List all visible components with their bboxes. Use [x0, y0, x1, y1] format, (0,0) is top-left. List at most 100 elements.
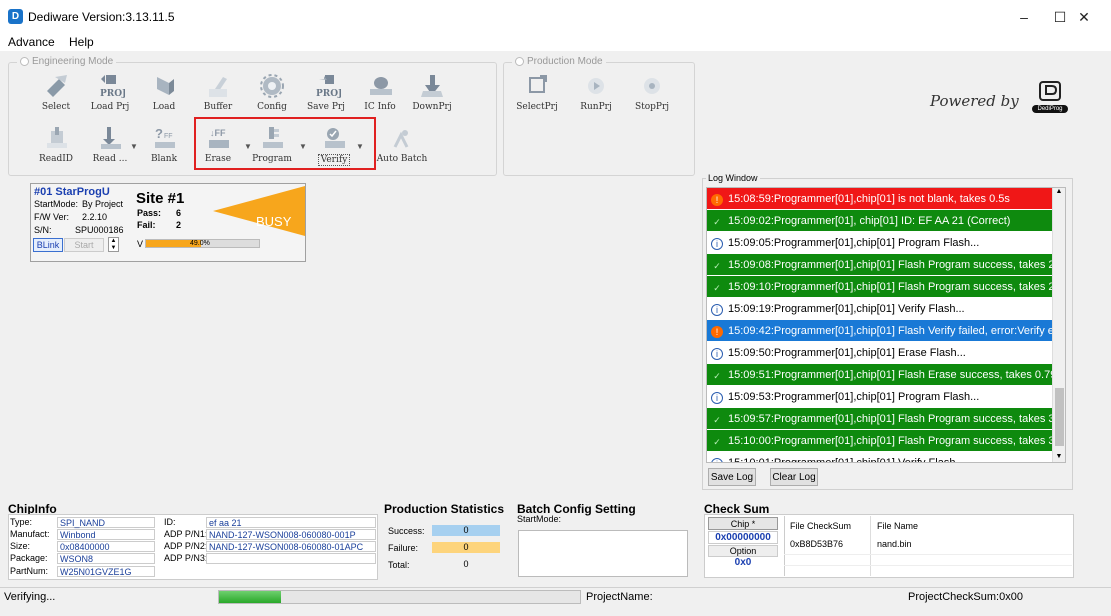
window-title: Dediware Version:3.13.11.5	[28, 10, 175, 24]
info-icon: i	[711, 304, 723, 316]
log-row-text: 15:09:57:Programmer[01],chip[01] Flash P…	[728, 413, 1065, 425]
log-scrollbar[interactable]: ▲ ▼	[1052, 188, 1065, 462]
save-project-button[interactable]: PROJ Save Prj	[298, 73, 354, 112]
select-button[interactable]: Select	[28, 73, 84, 112]
adp3-value	[206, 553, 376, 564]
chip-checksum-label[interactable]: Chip *	[708, 517, 778, 530]
log-row[interactable]: ✓ 15:10:00:Programmer[01],chip[01] Flash …	[707, 430, 1065, 452]
buffer-icon	[209, 77, 227, 97]
download-project-button[interactable]: DownPrj	[404, 73, 460, 112]
save-project-icon: PROJ	[316, 75, 341, 99]
run-project-button[interactable]: RunPrj	[568, 73, 624, 112]
blink-button[interactable]: BLink	[33, 238, 63, 252]
manufact-value: Winbond	[57, 529, 155, 540]
success-count: 0	[432, 525, 500, 536]
log-row[interactable]: ✓ 15:09:51:Programmer[01],chip[01] Flash …	[707, 364, 1065, 386]
blank-button[interactable]: ? FF Blank	[136, 125, 192, 164]
config-button[interactable]: Config	[244, 73, 300, 112]
load-button[interactable]: Load	[136, 73, 192, 112]
ic-info-button[interactable]: IC Info	[352, 73, 408, 112]
adp1-label: ADP P/N1:	[164, 529, 208, 539]
chip-type-value: SPI_NAND	[57, 517, 155, 528]
menu-advance[interactable]: Advance	[8, 35, 55, 49]
app-logo-icon: D	[8, 9, 23, 24]
log-row[interactable]: i 15:09:19:Programmer[01],chip[01] Verify…	[707, 298, 1065, 320]
log-row-text: 15:09:50:Programmer[01],chip[01] Erase F…	[728, 347, 966, 359]
log-row[interactable]: ✓ 15:09:10:Programmer[01],chip[01] Flash …	[707, 276, 1065, 298]
package-label: Package:	[10, 553, 48, 563]
log-list[interactable]: ! 15:08:59:Programmer[01],chip[01] is not…	[706, 187, 1066, 463]
log-row-text: 15:09:53:Programmer[01],chip[01] Program…	[728, 391, 980, 403]
success-check-icon: ✓	[713, 371, 721, 381]
stop-project-icon	[644, 78, 660, 94]
batch-start-mode-box[interactable]	[518, 530, 688, 577]
log-row[interactable]: ✓ 15:09:08:Programmer[01],chip[01] Flash …	[707, 254, 1065, 276]
info-icon: i	[711, 458, 723, 462]
partnum-label: PartNum:	[10, 566, 49, 576]
clear-log-button[interactable]: Clear Log	[770, 468, 818, 486]
blank-icon: ? FF	[155, 126, 175, 148]
svg-text:?: ?	[155, 126, 163, 141]
menu-help[interactable]: Help	[69, 35, 94, 49]
log-row[interactable]: i 15:09:53:Programmer[01],chip[01] Progra…	[707, 386, 1065, 408]
buffer-button[interactable]: Buffer	[190, 73, 246, 112]
site-spinner[interactable]: ▲ ▼	[108, 237, 119, 252]
log-row-text: 15:08:59:Programmer[01],chip[01] is not …	[728, 193, 1010, 205]
save-log-button[interactable]: Save Log	[708, 468, 756, 486]
svg-text:FF: FF	[164, 133, 173, 140]
chip-type-label: Type:	[10, 517, 33, 527]
select-project-button[interactable]: SelectPrj	[509, 73, 565, 112]
read-id-button[interactable]: ReadID	[28, 125, 84, 164]
scroll-up-icon[interactable]: ▲	[1053, 188, 1065, 195]
file-name-header: File Name	[877, 521, 919, 531]
site-label: Site #1	[136, 190, 185, 207]
success-check-icon: ✓	[713, 415, 721, 425]
adp2-label: ADP P/N2:	[164, 541, 208, 551]
auto-batch-icon	[393, 130, 409, 148]
minimize-button[interactable]: –	[1004, 6, 1044, 28]
dediprog-logo-icon	[1039, 81, 1061, 101]
info-icon: i	[711, 348, 723, 360]
engineering-mode-radio[interactable]: Engineering Mode	[17, 56, 117, 67]
log-row-text: 15:09:51:Programmer[01],chip[01] Flash E…	[728, 369, 1065, 381]
log-row[interactable]: i 15:10:01:Programmer[01],chip[01] Verify…	[707, 452, 1065, 462]
serial-label: S/N:	[34, 225, 52, 235]
read-icon	[101, 127, 121, 149]
success-check-icon: ✓	[713, 261, 721, 271]
info-icon: i	[711, 392, 723, 404]
serial-number: SPU000186	[75, 225, 124, 235]
fail-label: Fail:	[137, 220, 156, 230]
batch-start-mode-label: StartMode:	[517, 514, 562, 524]
log-row-text: 15:09:10:Programmer[01],chip[01] Flash P…	[728, 281, 1065, 293]
status-progress-fill	[219, 591, 281, 603]
auto-batch-button[interactable]: Auto Batch	[374, 125, 430, 164]
file-checksum-cell: 0xB8D53B76	[790, 539, 844, 549]
read-id-icon	[47, 127, 67, 148]
close-button[interactable]: ✕	[1064, 6, 1104, 28]
log-row[interactable]: ✓ 15:09:02:Programmer[01], chip[01] ID: E…	[707, 210, 1065, 232]
log-row[interactable]: i 15:09:05:Programmer[01],chip[01] Progra…	[707, 232, 1065, 254]
scroll-down-icon[interactable]: ▼	[1053, 453, 1065, 460]
log-row[interactable]: ! 15:08:59:Programmer[01],chip[01] is not…	[707, 188, 1065, 210]
log-row-text: 15:09:42:Programmer[01],chip[01] Flash V…	[728, 325, 1064, 337]
log-row[interactable]: ! 15:09:42:Programmer[01],chip[01] Flash …	[707, 320, 1065, 342]
scroll-thumb[interactable]	[1055, 388, 1064, 446]
option-value: 0x0	[708, 557, 778, 570]
load-project-button[interactable]: PROJ Load Prj	[82, 73, 138, 112]
project-name-label: ProjectName:	[586, 591, 653, 603]
start-button[interactable]: Start	[64, 238, 104, 252]
chip-id-label: ID:	[164, 517, 176, 527]
option-label: Option	[708, 545, 778, 557]
size-label: Size:	[10, 541, 31, 551]
pass-label: Pass:	[137, 208, 162, 218]
busy-status-text: BUSY	[256, 214, 292, 229]
stop-project-button[interactable]: StopPrj	[624, 73, 680, 112]
partnum-value: W25N01GVZE1G	[57, 566, 155, 577]
log-row[interactable]: i 15:09:50:Programmer[01],chip[01] Erase …	[707, 342, 1065, 364]
adp2-value: NAND-127-WSON008-060080-01APC	[206, 541, 376, 552]
log-row[interactable]: ✓ 15:09:57:Programmer[01],chip[01] Flash …	[707, 408, 1065, 430]
success-label: Success:	[388, 526, 425, 536]
production-mode-radio[interactable]: Production Mode	[512, 56, 606, 67]
failure-count: 0	[432, 542, 500, 553]
failure-label: Failure:	[388, 543, 419, 553]
